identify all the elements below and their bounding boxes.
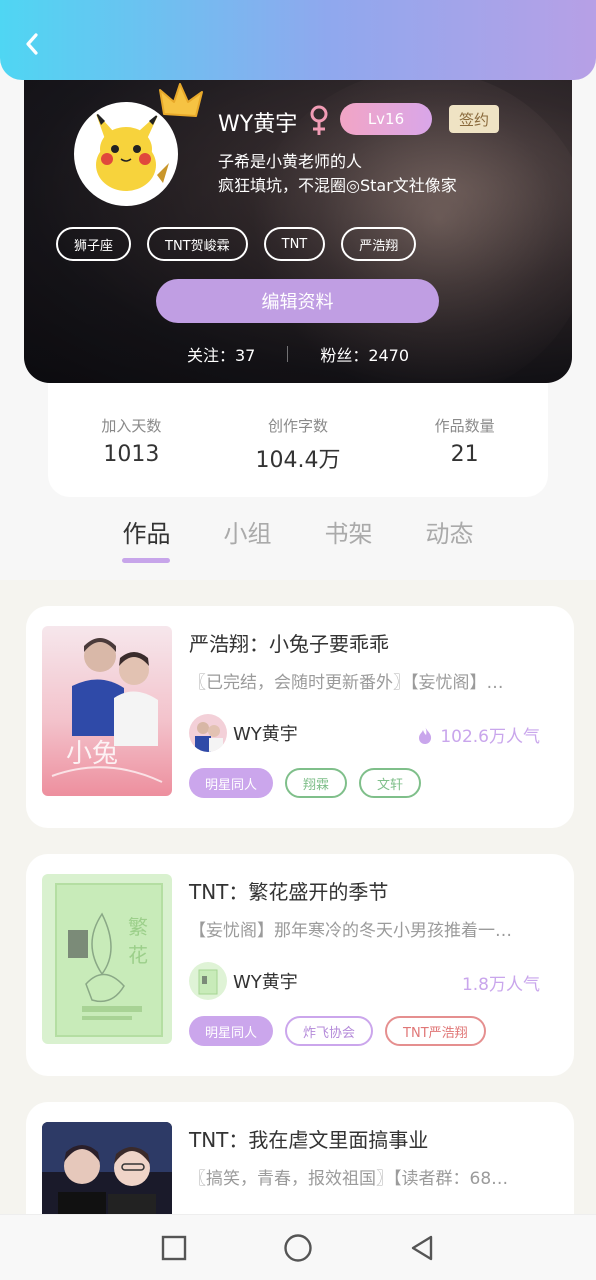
work-tag[interactable]: 明星同人: [189, 1016, 274, 1046]
stat-value: 104.4万: [255, 448, 341, 473]
work-title[interactable]: TNT：繁花盛开的季节: [189, 876, 388, 905]
system-back-button[interactable]: [404, 1230, 440, 1266]
followers-count[interactable]: 粉丝：2470: [320, 342, 409, 366]
work-tag[interactable]: TNT严浩翔: [385, 1016, 486, 1046]
author-avatar: [189, 962, 227, 1000]
tab-label: 小组: [223, 520, 272, 548]
header-bar: [0, 0, 596, 80]
stat-value: 21: [450, 442, 479, 467]
stat-works-count: 作品数量 21: [381, 383, 548, 497]
profile-tags: 狮子座 TNT贺峻霖 TNT 严浩翔: [56, 227, 417, 261]
bio-line: 疯狂填坑，不混圈◎Star文社像家: [218, 176, 457, 195]
svg-text:花: 花: [128, 943, 148, 967]
tab-bookshelf[interactable]: 书架: [298, 514, 399, 549]
work-author[interactable]: WY黄宇: [189, 962, 298, 1000]
work-card[interactable]: 繁 花 TNT：繁花盛开的季节 【妄忧阁】那年寒冷的冬天小男孩推着一… WY黄宇…: [26, 854, 574, 1076]
stat-label: 作品数量: [434, 417, 495, 435]
tab-groups[interactable]: 小组: [197, 514, 298, 549]
tab-activity[interactable]: 动态: [399, 514, 500, 549]
svg-text:小兔: 小兔: [66, 739, 118, 769]
popularity: 1.8万人气: [462, 970, 540, 995]
book-cover[interactable]: 繁 花: [42, 874, 172, 1044]
profile-tag[interactable]: 严浩翔: [341, 227, 417, 261]
work-title[interactable]: TNT：我在虐文里面搞事业: [189, 1124, 428, 1153]
recents-button[interactable]: [156, 1230, 192, 1266]
work-title[interactable]: 严浩翔：小兔子要乖乖: [189, 628, 389, 657]
work-tag[interactable]: 明星同人: [189, 768, 274, 798]
square-icon: [161, 1235, 187, 1260]
level-badge: Lv16: [340, 103, 432, 135]
work-description: 【妄忧阁】那年寒冷的冬天小男孩推着一…: [189, 921, 512, 941]
author-name: WY黄宇: [233, 972, 298, 993]
profile-tag[interactable]: TNT: [263, 227, 326, 261]
work-author[interactable]: WY黄宇: [189, 714, 298, 752]
work-tag[interactable]: 炸飞协会: [285, 1016, 374, 1046]
work-tags: 明星同人 翔霖 文轩: [189, 768, 422, 798]
flame-icon: [419, 725, 432, 744]
popularity: 102.6万人气: [416, 722, 540, 747]
work-tags: 明星同人 炸飞协会 TNT严浩翔: [189, 1016, 486, 1046]
crown-icon: [159, 83, 203, 117]
work-description: 〖已完结，会随时更新番外〗【妄忧阁】…: [189, 673, 504, 693]
female-gender-icon: [310, 105, 328, 135]
book-cover[interactable]: 小兔: [42, 626, 172, 796]
stat-label: 加入天数: [101, 417, 162, 435]
following-count[interactable]: 关注：37: [187, 342, 255, 366]
work-card[interactable]: 小兔 严浩翔：小兔子要乖乖 〖已完结，会随时更新番外〗【妄忧阁】… WY黄宇 1…: [26, 606, 574, 828]
profile-tag[interactable]: TNT贺峻霖: [147, 227, 248, 261]
stat-label: 创作字数: [268, 417, 329, 435]
home-button[interactable]: [280, 1230, 316, 1266]
author-name: WY黄宇: [233, 724, 298, 745]
chevron-left-icon: [26, 33, 38, 55]
bio-line: 子希是小黄老师的人: [218, 152, 363, 171]
bio: 子希是小黄老师的人 疯狂填坑，不混圈◎Star文社像家: [218, 150, 457, 198]
system-nav-bar: [0, 1214, 596, 1280]
popularity-value: 102.6万人气: [440, 727, 540, 747]
svg-text:繁: 繁: [128, 915, 148, 939]
popularity-value: 1.8万人气: [461, 975, 540, 995]
back-button[interactable]: [16, 28, 48, 60]
profile-tag[interactable]: 狮子座: [56, 227, 132, 261]
edit-profile-button[interactable]: 编辑资料: [156, 279, 439, 323]
work-description: 〖搞笑，青春，报效祖国〗【读者群：68…: [189, 1169, 509, 1189]
circle-icon: [284, 1233, 312, 1262]
tab-label: 作品: [122, 520, 171, 548]
stats-card: 加入天数 1013 创作字数 104.4万 作品数量 21: [48, 383, 548, 497]
back-triangle-icon: [411, 1235, 433, 1260]
stat-word-count: 创作字数 104.4万: [215, 383, 382, 497]
tab-works[interactable]: 作品: [96, 514, 197, 563]
work-tag[interactable]: 文轩: [359, 768, 422, 798]
work-tag[interactable]: 翔霖: [285, 768, 348, 798]
follow-stats: 关注：37 粉丝：2470: [0, 342, 596, 366]
tab-label: 动态: [425, 520, 474, 548]
stat-join-days: 加入天数 1013: [48, 383, 215, 497]
active-tab-indicator: [122, 558, 170, 563]
author-avatar: [189, 714, 227, 752]
tab-label: 书架: [324, 520, 373, 548]
username: WY黄宇: [218, 112, 298, 137]
signed-badge: 签约: [449, 105, 499, 133]
tab-bar: 作品 小组 书架 动态: [96, 514, 500, 563]
stat-value: 1013: [103, 442, 160, 467]
divider: [287, 346, 289, 362]
